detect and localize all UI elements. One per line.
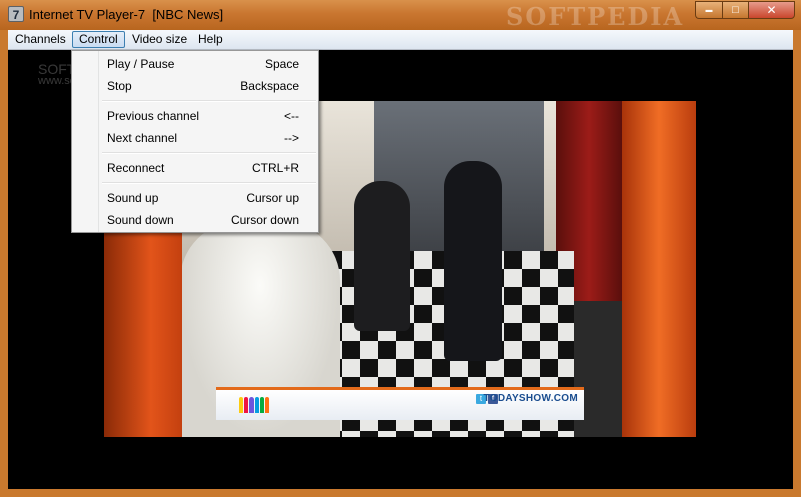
menu-item-label: Previous channel: [107, 109, 200, 123]
close-icon: ✕: [766, 3, 777, 17]
menu-separator: [102, 100, 316, 102]
video-side-panel-right: [622, 101, 696, 437]
app-window: 7 Internet TV Player-7 [NBC News] SOFTPE…: [0, 0, 801, 497]
minimize-icon: ▬: [705, 6, 713, 14]
app-icon[interactable]: 7: [8, 6, 24, 22]
video-scene-person: [354, 181, 410, 331]
menu-item-label: Play / Pause: [107, 57, 175, 71]
menu-video-size[interactable]: Video size: [126, 31, 193, 48]
menu-item-sound-up[interactable]: Sound up Cursor up: [74, 187, 316, 209]
menu-item-label: Stop: [107, 79, 132, 93]
title-bar[interactable]: 7 Internet TV Player-7 [NBC News] SOFTPE…: [0, 0, 801, 31]
nbc-peacock-icon: [238, 393, 270, 413]
menu-channels[interactable]: Channels: [9, 31, 72, 48]
maximize-icon: □: [732, 4, 739, 16]
menu-item-label: Sound up: [107, 191, 159, 205]
window-title: Internet TV Player-7 [NBC News]: [29, 7, 224, 22]
peacock-feather: [254, 397, 259, 413]
peacock-feather: [238, 397, 243, 413]
menu-separator: [102, 152, 316, 154]
menu-item-shortcut: CTRL+R: [251, 161, 299, 175]
minimize-button[interactable]: ▬: [695, 1, 722, 19]
menu-item-reconnect[interactable]: Reconnect CTRL+R: [74, 157, 316, 179]
close-button[interactable]: ✕: [748, 1, 795, 19]
peacock-feather: [265, 397, 270, 413]
menu-item-stop[interactable]: Stop Backspace: [74, 75, 316, 97]
menu-item-next-channel[interactable]: Next channel -->: [74, 127, 316, 149]
peacock-feather: [249, 397, 254, 413]
menu-separator: [102, 182, 316, 184]
window-controls: ▬ □ ✕: [695, 1, 795, 21]
menu-item-play-pause[interactable]: Play / Pause Space: [74, 53, 316, 75]
menu-bar: Channels Control Video size Help: [8, 30, 793, 50]
peacock-feather: [243, 397, 249, 413]
menu-item-sound-down[interactable]: Sound down Cursor down: [74, 209, 316, 231]
peacock-feather: [259, 397, 265, 413]
menu-help[interactable]: Help: [192, 31, 229, 48]
menu-item-shortcut: -->: [284, 131, 299, 145]
softpedia-watermark: SOFTPEDIA: [506, 2, 685, 31]
menu-item-shortcut: Backspace: [240, 79, 299, 93]
menu-item-shortcut: Cursor down: [230, 213, 299, 227]
menu-item-shortcut: Cursor up: [246, 191, 299, 205]
control-menu-dropdown: Play / Pause Space Stop Backspace Previo…: [71, 50, 319, 233]
todayshow-url: TODAYSHOW.COM: [483, 393, 578, 404]
menu-item-shortcut: <--: [284, 109, 299, 123]
menu-item-previous-channel[interactable]: Previous channel <--: [74, 105, 316, 127]
menu-item-label: Reconnect: [107, 161, 165, 175]
video-scene-person: [444, 161, 502, 361]
menu-item-shortcut: Space: [264, 57, 299, 71]
video-lower-third: t f TODAYSHOW.COM: [216, 387, 584, 420]
menu-item-label: Sound down: [107, 213, 174, 227]
menu-control[interactable]: Control: [72, 31, 125, 48]
maximize-button[interactable]: □: [722, 1, 748, 19]
menu-item-label: Next channel: [107, 131, 178, 145]
